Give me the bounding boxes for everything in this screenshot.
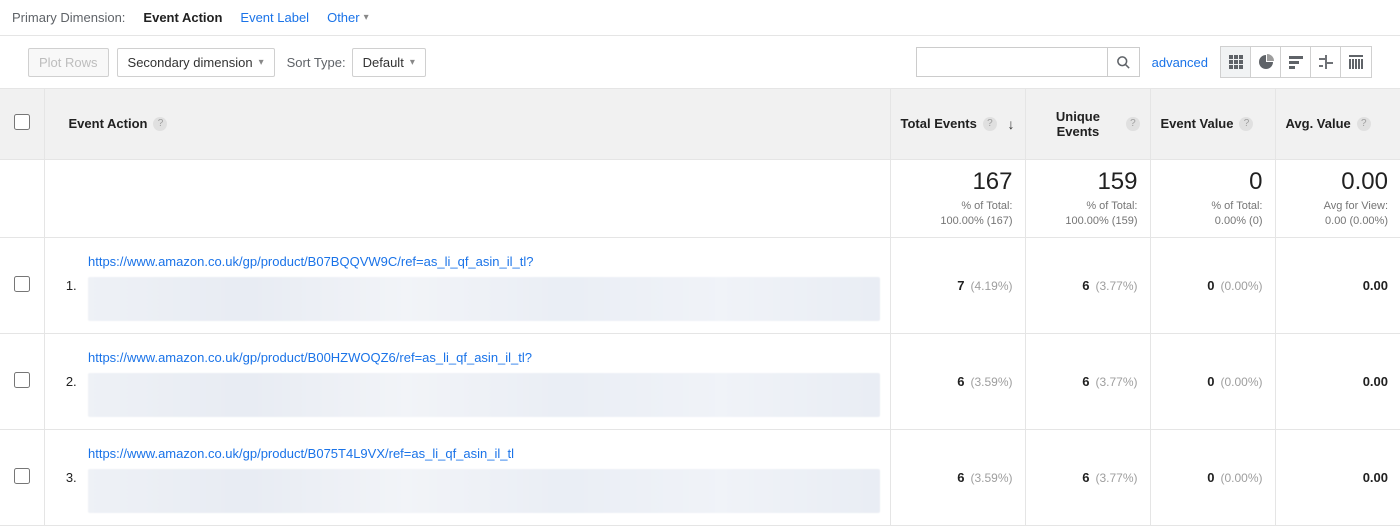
event-action-link[interactable]: https://www.amazon.co.uk/gp/product/B00H…	[88, 346, 880, 369]
data-table: Event Action ? Total Events ? ↓ Unique E…	[0, 89, 1400, 526]
header-event-action[interactable]: Event Action ?	[44, 89, 890, 159]
search-icon	[1116, 55, 1131, 70]
sort-type-label: Sort Type:	[287, 55, 346, 70]
advanced-link[interactable]: advanced	[1152, 55, 1208, 70]
header-checkbox-cell	[0, 89, 44, 159]
search-box	[916, 47, 1140, 77]
tab-other-label: Other	[327, 10, 360, 25]
view-comparison-icon[interactable]	[1311, 47, 1341, 77]
redacted-content	[88, 277, 880, 321]
tab-other[interactable]: Other ▾	[327, 10, 369, 25]
caret-down-icon: ▾	[259, 57, 264, 68]
search-input[interactable]	[917, 55, 1107, 70]
search-button[interactable]	[1107, 48, 1139, 76]
help-icon[interactable]: ?	[1357, 117, 1371, 131]
row-index: 1.	[44, 237, 88, 333]
primary-dimension-label: Primary Dimension:	[12, 10, 125, 25]
event-action-link[interactable]: https://www.amazon.co.uk/gp/product/B07B…	[88, 250, 880, 273]
view-bar-icon[interactable]	[1281, 47, 1311, 77]
table-header-row: Event Action ? Total Events ? ↓ Unique E…	[0, 89, 1400, 159]
table-row: 2. https://www.amazon.co.uk/gp/product/B…	[0, 333, 1400, 429]
tab-event-label[interactable]: Event Label	[240, 10, 309, 25]
header-unique-events[interactable]: Unique Events ?	[1025, 89, 1150, 159]
event-value-total: 0	[1159, 168, 1263, 196]
header-avg-value[interactable]: Avg. Value ?	[1275, 89, 1400, 159]
help-icon[interactable]: ?	[1126, 117, 1139, 131]
caret-down-icon: ▾	[364, 12, 369, 23]
row-checkbox[interactable]	[14, 372, 30, 388]
table-toolbar: Plot Rows Secondary dimension ▾ Sort Typ…	[0, 36, 1400, 89]
primary-dimension-bar: Primary Dimension: Event Action Event La…	[0, 0, 1400, 36]
help-icon[interactable]: ?	[983, 117, 997, 131]
view-table-icon[interactable]	[1221, 47, 1251, 77]
sort-type-dropdown[interactable]: Default ▾	[352, 48, 426, 77]
view-pie-icon[interactable]	[1251, 47, 1281, 77]
help-icon[interactable]: ?	[153, 117, 167, 131]
row-index: 2.	[44, 333, 88, 429]
totals-row: 167 % of Total: 100.00% (167) 159 % of T…	[0, 159, 1400, 237]
secondary-dimension-dropdown[interactable]: Secondary dimension ▾	[117, 48, 275, 77]
table-row: 1. https://www.amazon.co.uk/gp/product/B…	[0, 237, 1400, 333]
redacted-content	[88, 373, 880, 417]
avg-value-total: 0.00	[1284, 168, 1389, 196]
row-index: 3.	[44, 429, 88, 525]
view-mode-switcher	[1220, 46, 1372, 78]
unique-events-value: 159	[1034, 168, 1138, 196]
tab-event-action[interactable]: Event Action	[143, 10, 222, 25]
row-checkbox[interactable]	[14, 276, 30, 292]
header-total-events[interactable]: Total Events ? ↓	[890, 89, 1025, 159]
caret-down-icon: ▾	[410, 57, 415, 68]
header-event-value[interactable]: Event Value ?	[1150, 89, 1275, 159]
table-row: 3. https://www.amazon.co.uk/gp/product/B…	[0, 429, 1400, 525]
sort-desc-icon: ↓	[1008, 116, 1015, 132]
plot-rows-button[interactable]: Plot Rows	[28, 48, 109, 77]
select-all-checkbox[interactable]	[14, 114, 30, 130]
view-pivot-icon[interactable]	[1341, 47, 1371, 77]
event-action-link[interactable]: https://www.amazon.co.uk/gp/product/B075…	[88, 442, 880, 465]
redacted-content	[88, 469, 880, 513]
help-icon[interactable]: ?	[1239, 117, 1253, 131]
total-events-value: 167	[899, 168, 1013, 196]
row-checkbox[interactable]	[14, 468, 30, 484]
